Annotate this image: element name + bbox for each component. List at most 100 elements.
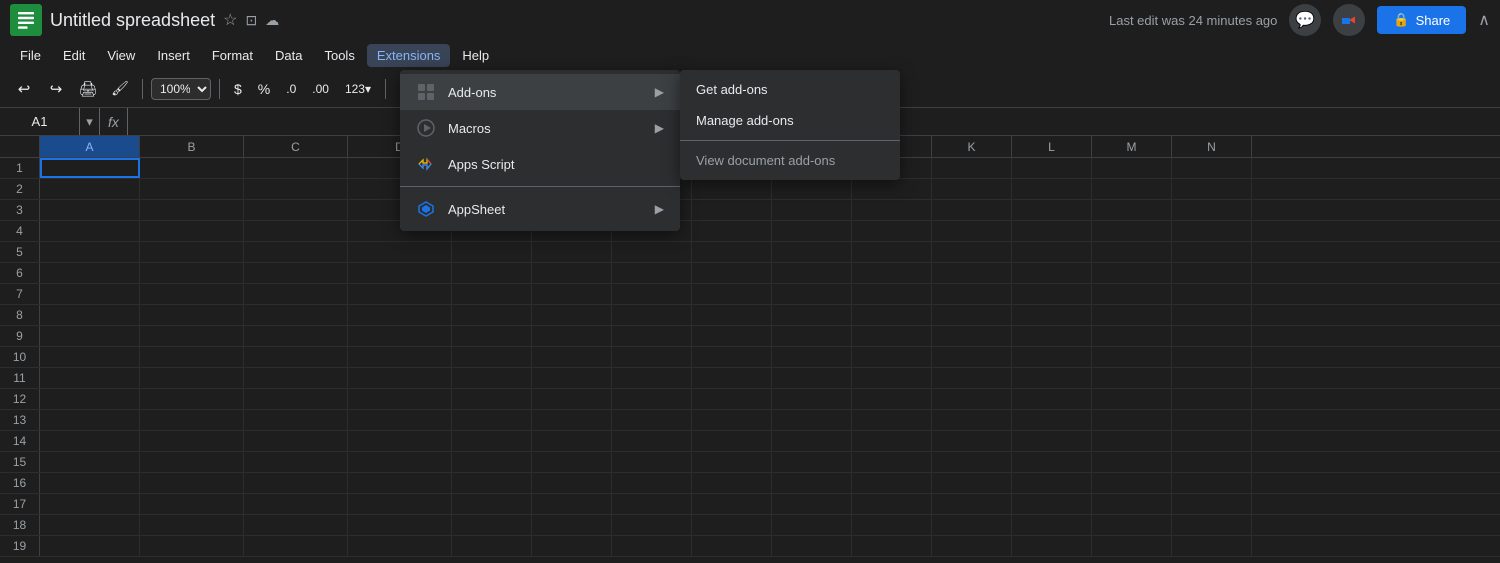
formula-dropdown[interactable]: ▾: [80, 108, 100, 135]
share-label: Share: [1416, 13, 1451, 28]
currency-button[interactable]: $: [228, 79, 248, 99]
col-header-a[interactable]: A: [40, 136, 140, 157]
table-row: 19: [0, 536, 1500, 557]
cell-reference-input[interactable]: [0, 108, 80, 135]
cell-c1[interactable]: [244, 158, 348, 178]
table-row: 10: [0, 347, 1500, 368]
col-header-l[interactable]: L: [1012, 136, 1092, 157]
macros-label: Macros: [448, 121, 643, 136]
share-button[interactable]: 🔒 Share: [1377, 6, 1466, 34]
menu-tools[interactable]: Tools: [314, 44, 364, 67]
macros-menu-item[interactable]: Macros ▶: [400, 110, 680, 146]
paint-format-button[interactable]: 🖌: [106, 75, 134, 103]
print-button[interactable]: 🖨: [74, 75, 102, 103]
redo-button[interactable]: ↪: [42, 75, 70, 103]
menu-extensions[interactable]: Extensions: [367, 44, 451, 67]
row-num-1: 1: [0, 158, 40, 178]
row-num-3: 3: [0, 200, 40, 220]
dec-decrease-button[interactable]: .0: [280, 80, 302, 98]
fx-label: fx: [100, 108, 128, 135]
cell-l1[interactable]: [1012, 158, 1092, 178]
chat-button[interactable]: 💬: [1289, 4, 1321, 36]
dec-increase-button[interactable]: .00: [306, 80, 335, 98]
menu-data[interactable]: Data: [265, 44, 312, 67]
last-edit-text: Last edit was 24 minutes ago: [1109, 13, 1277, 28]
title-icons: ☆ ⊡ ☁: [223, 10, 279, 30]
menu-view[interactable]: View: [97, 44, 145, 67]
grid-body: 1 2 3 4 5 6 7 8 9 10 11 12 13 14 15 16 1…: [0, 158, 1500, 557]
more-formats-button[interactable]: 123▾: [339, 80, 377, 98]
col-header-m[interactable]: M: [1092, 136, 1172, 157]
addons-arrow-icon: ▶: [655, 85, 664, 99]
title-bar: Untitled spreadsheet ☆ ⊡ ☁ Last edit was…: [0, 0, 1500, 40]
cell-c2[interactable]: [244, 179, 348, 199]
table-row: 13: [0, 410, 1500, 431]
table-row: 16: [0, 473, 1500, 494]
table-row: 6: [0, 263, 1500, 284]
menu-format[interactable]: Format: [202, 44, 263, 67]
addons-submenu: Get add-ons Manage add-ons View document…: [680, 70, 900, 180]
cell-b1[interactable]: [140, 158, 244, 178]
table-row: 11: [0, 368, 1500, 389]
table-row: 7: [0, 284, 1500, 305]
cell-a1[interactable]: [40, 158, 140, 178]
toolbar-separator-2: [219, 79, 220, 99]
addons-icon: [416, 82, 436, 102]
menu-divider-1: [400, 186, 680, 187]
table-row: 3: [0, 200, 1500, 221]
table-row: 14: [0, 431, 1500, 452]
macros-arrow-icon: ▶: [655, 121, 664, 135]
menu-help[interactable]: Help: [452, 44, 499, 67]
share-lock-icon: 🔒: [1393, 12, 1409, 28]
document-title[interactable]: Untitled spreadsheet: [50, 10, 215, 31]
col-header-n[interactable]: N: [1172, 136, 1252, 157]
sheet-container: A B C D E F G H I J K L M N 1 2 3 4 5 6 …: [0, 136, 1500, 557]
get-addons-item[interactable]: Get add-ons: [680, 74, 900, 105]
collapse-icon[interactable]: ∧: [1478, 10, 1490, 30]
undo-button[interactable]: ↩: [10, 75, 38, 103]
corner-cell: [0, 136, 40, 157]
cell-m1[interactable]: [1092, 158, 1172, 178]
cell-b2[interactable]: [140, 179, 244, 199]
addons-menu-item[interactable]: Add-ons ▶: [400, 74, 680, 110]
apps-script-menu-item[interactable]: Apps Script: [400, 146, 680, 182]
toolbar-separator-1: [142, 79, 143, 99]
view-doc-addons-item[interactable]: View document add-ons: [680, 145, 900, 176]
table-row: 8: [0, 305, 1500, 326]
menu-insert[interactable]: Insert: [147, 44, 200, 67]
cell-n1[interactable]: [1172, 158, 1252, 178]
appsheet-icon: [416, 199, 436, 219]
move-icon[interactable]: ⊡: [245, 12, 257, 29]
percent-button[interactable]: %: [252, 79, 276, 99]
table-row: 9: [0, 326, 1500, 347]
table-row: 17: [0, 494, 1500, 515]
col-header-k[interactable]: K: [932, 136, 1012, 157]
star-icon[interactable]: ☆: [223, 10, 237, 30]
cell-a2[interactable]: [40, 179, 140, 199]
col-header-b[interactable]: B: [140, 136, 244, 157]
appsheet-label: AppSheet: [448, 202, 643, 217]
table-row: 2: [0, 179, 1500, 200]
addons-divider: [680, 140, 900, 141]
menu-file[interactable]: File: [10, 44, 51, 67]
macros-icon: [416, 118, 436, 138]
cloud-icon[interactable]: ☁: [265, 12, 279, 29]
app-logo[interactable]: [10, 4, 42, 36]
appsheet-menu-item[interactable]: AppSheet ▶: [400, 191, 680, 227]
table-row: 12: [0, 389, 1500, 410]
toolbar-separator-3: [385, 79, 386, 99]
menu-bar: File Edit View Insert Format Data Tools …: [0, 40, 1500, 70]
menu-edit[interactable]: Edit: [53, 44, 95, 67]
cell-k1[interactable]: [932, 158, 1012, 178]
extensions-dropdown: Add-ons ▶ Macros ▶ Apps Script: [400, 70, 680, 231]
zoom-selector[interactable]: 100% 75% 50% 125% 150%: [151, 78, 211, 100]
table-row: 4: [0, 221, 1500, 242]
header-right: Last edit was 24 minutes ago 💬 🔒 Share ∧: [1109, 4, 1490, 36]
meet-button[interactable]: [1333, 4, 1365, 36]
col-header-c[interactable]: C: [244, 136, 348, 157]
appsheet-arrow-icon: ▶: [655, 202, 664, 216]
manage-addons-item[interactable]: Manage add-ons: [680, 105, 900, 136]
addons-label: Add-ons: [448, 85, 643, 100]
row-num-2: 2: [0, 179, 40, 199]
apps-script-icon: [416, 154, 436, 174]
